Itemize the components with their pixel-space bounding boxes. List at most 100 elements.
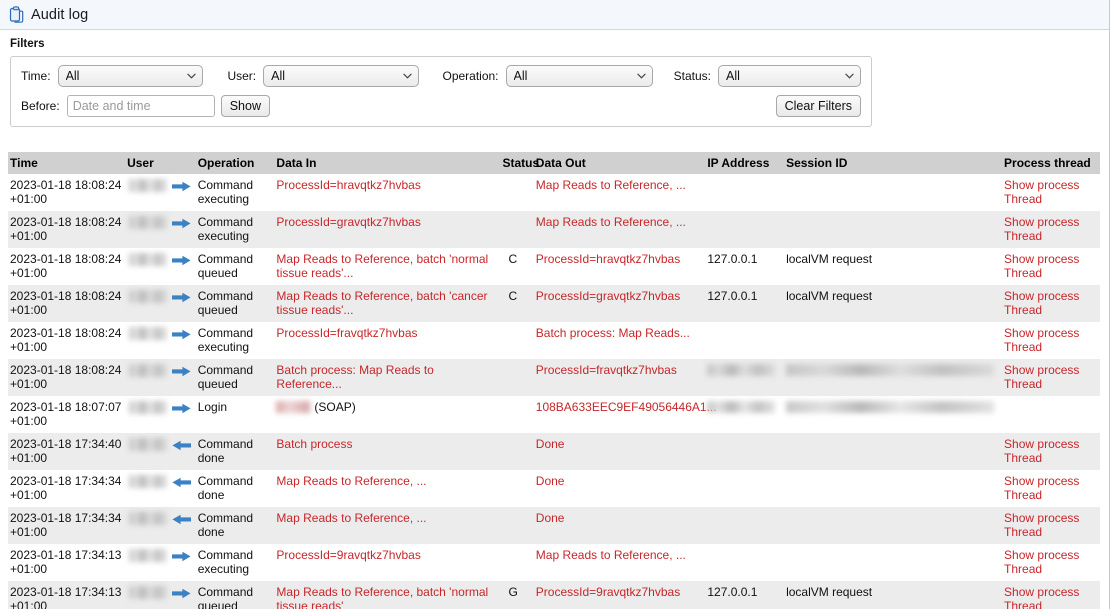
cell-user	[127, 211, 173, 248]
data-in-text: Batch process: Map Reads to Reference...	[276, 363, 434, 391]
cell-time: 2023-01-18 18:08:24 +01:00	[8, 174, 128, 211]
column-header-time[interactable]: Time	[8, 152, 128, 174]
cell-data-out: ProcessId=gravqtkz7hvbas	[535, 285, 708, 322]
cell-user	[127, 248, 173, 285]
operation-filter-select[interactable]: All	[505, 65, 653, 87]
clear-filters-button[interactable]: Clear Filters	[775, 95, 861, 117]
cell-data-out: ProcessId=9ravqtkz7hvbas	[535, 581, 708, 609]
table-row[interactable]: 2023-01-18 18:07:07 +01:00 Login (SOAP) 108B…	[8, 396, 1100, 433]
data-in-text: Map Reads to Reference, ...	[276, 474, 427, 488]
column-header-operation[interactable]: Operation	[197, 152, 277, 174]
table-row[interactable]: 2023-01-18 17:34:13 +01:00 Command queued M…	[8, 581, 1100, 609]
show-process-thread-link[interactable]: Show process Thread	[1004, 511, 1079, 539]
column-header-data-out[interactable]: Data Out	[535, 152, 708, 174]
cell-data-in: Map Reads to Reference, batch 'cancer ti…	[276, 285, 503, 322]
show-process-thread-link[interactable]: Show process Thread	[1004, 252, 1079, 280]
show-process-thread-link[interactable]: Show process Thread	[1004, 548, 1079, 576]
table-row[interactable]: 2023-01-18 17:34:34 +01:00 Command done Map…	[8, 470, 1100, 507]
cell-session-id: localVM request	[786, 248, 1005, 285]
data-in-text: ProcessId=gravqtkz7hvbas	[276, 215, 421, 229]
cell-status: G	[502, 581, 536, 609]
show-process-thread-link[interactable]: Show process Thread	[1004, 289, 1079, 317]
cell-user	[127, 581, 173, 609]
cell-session-id	[786, 211, 1005, 248]
cell-session-id	[786, 544, 1005, 581]
table-row[interactable]: 2023-01-18 18:08:24 +01:00 Command queued M…	[8, 248, 1100, 285]
cell-time: 2023-01-18 18:07:07 +01:00	[8, 396, 128, 433]
column-header-ip-address[interactable]: IP Address	[707, 152, 787, 174]
cell-session-id	[786, 507, 1005, 544]
table-row[interactable]: 2023-01-18 18:08:24 +01:00 Command executi…	[8, 211, 1100, 248]
redacted-user	[129, 586, 168, 599]
cell-status	[502, 544, 536, 581]
table-row[interactable]: 2023-01-18 18:08:24 +01:00 Command executi…	[8, 322, 1100, 359]
cell-user	[127, 470, 173, 507]
show-process-thread-link[interactable]: Show process Thread	[1004, 363, 1079, 391]
column-header-data-in[interactable]: Data In	[276, 152, 503, 174]
table-row[interactable]: 2023-01-18 17:34:40 +01:00 Command done Bat…	[8, 433, 1100, 470]
table-row[interactable]: 2023-01-18 17:34:13 +01:00 Command executi…	[8, 544, 1100, 581]
cell-status: C	[502, 248, 536, 285]
cell-status	[502, 359, 536, 396]
cell-operation: Command done	[197, 507, 277, 544]
cell-ip-address	[707, 174, 787, 211]
table-row[interactable]: 2023-01-18 18:08:24 +01:00 Command queued M…	[8, 285, 1100, 322]
window-title: Audit log	[31, 6, 89, 23]
time-filter-select[interactable]: All	[57, 65, 203, 87]
data-in-text: ProcessId=fravqtkz7hvbas	[276, 326, 418, 340]
operation-filter-label: Operation:	[442, 69, 499, 83]
table-row[interactable]: 2023-01-18 18:08:24 +01:00 Command executi…	[8, 174, 1100, 211]
redacted-user	[129, 401, 168, 414]
time-filter-wrap: All	[57, 65, 203, 87]
redacted-user	[129, 253, 168, 266]
cell-direction	[172, 470, 198, 507]
show-process-thread-link[interactable]: Show process Thread	[1004, 474, 1079, 502]
cell-data-in: Batch process: Map Reads to Reference...	[276, 359, 503, 396]
data-in-text: Map Reads to Reference, batch 'normal ti…	[276, 252, 489, 280]
cell-status	[502, 470, 536, 507]
show-process-thread-link[interactable]: Show process Thread	[1004, 326, 1079, 354]
column-header-session-id[interactable]: Session ID	[786, 152, 1005, 174]
redacted-session-id	[786, 364, 995, 376]
cell-time: 2023-01-18 17:34:34 +01:00	[8, 507, 128, 544]
before-date-input[interactable]	[66, 95, 215, 117]
cell-direction	[172, 174, 198, 211]
filters-row-top: Time: All User: All Operation: All Statu…	[21, 65, 861, 87]
show-process-thread-link[interactable]: Show process Thread	[1004, 215, 1079, 243]
cell-time: 2023-01-18 18:08:24 +01:00	[8, 248, 128, 285]
status-filter-select[interactable]: All	[718, 65, 861, 87]
column-header-status[interactable]: Status	[502, 152, 539, 174]
user-filter-select[interactable]: All	[263, 65, 420, 87]
cell-data-out: ProcessId=hravqtkz7hvbas	[535, 248, 708, 285]
cell-process-thread: Show process Thread	[1004, 359, 1100, 396]
data-out-text: 108BA633EEC9EF49056446A1...	[535, 400, 717, 414]
column-header-process-thread[interactable]: Process thread	[1004, 152, 1100, 174]
cell-process-thread: Show process Thread	[1004, 544, 1100, 581]
cell-direction	[172, 396, 198, 433]
table-row[interactable]: 2023-01-18 18:08:24 +01:00 Command queued B…	[8, 359, 1100, 396]
show-process-thread-link[interactable]: Show process Thread	[1004, 437, 1079, 465]
show-button[interactable]: Show	[220, 95, 270, 117]
filters-panel: Time: All User: All Operation: All Statu…	[10, 56, 872, 127]
cell-operation: Command done	[197, 433, 277, 470]
cell-operation: Command executing	[197, 322, 277, 359]
data-out-text: ProcessId=9ravqtkz7hvbas	[535, 585, 681, 599]
cell-ip-address: 127.0.0.1	[707, 248, 787, 285]
redacted-user	[129, 216, 168, 229]
column-header-user[interactable]: User	[127, 152, 173, 174]
cell-user	[127, 396, 173, 433]
cell-data-in: ProcessId=gravqtkz7hvbas	[276, 211, 503, 248]
table-row[interactable]: 2023-01-18 17:34:34 +01:00 Command done Map…	[8, 507, 1100, 544]
status-filter-label: Status:	[673, 69, 711, 83]
cell-operation: Command done	[197, 470, 277, 507]
cell-data-in: ProcessId=hravqtkz7hvbas	[276, 174, 503, 211]
cell-status	[502, 211, 536, 248]
data-out-text: Done	[535, 474, 565, 488]
show-process-thread-link[interactable]: Show process Thread	[1004, 178, 1079, 206]
cell-user	[127, 544, 173, 581]
cell-data-in: ProcessId=9ravqtkz7hvbas	[276, 544, 503, 581]
cell-data-out: Batch process: Map Reads...	[535, 322, 708, 359]
cell-time: 2023-01-18 17:34:34 +01:00	[8, 470, 128, 507]
show-process-thread-link[interactable]: Show process Thread	[1004, 585, 1079, 609]
cell-ip-address: 127.0.0.1	[707, 285, 787, 322]
